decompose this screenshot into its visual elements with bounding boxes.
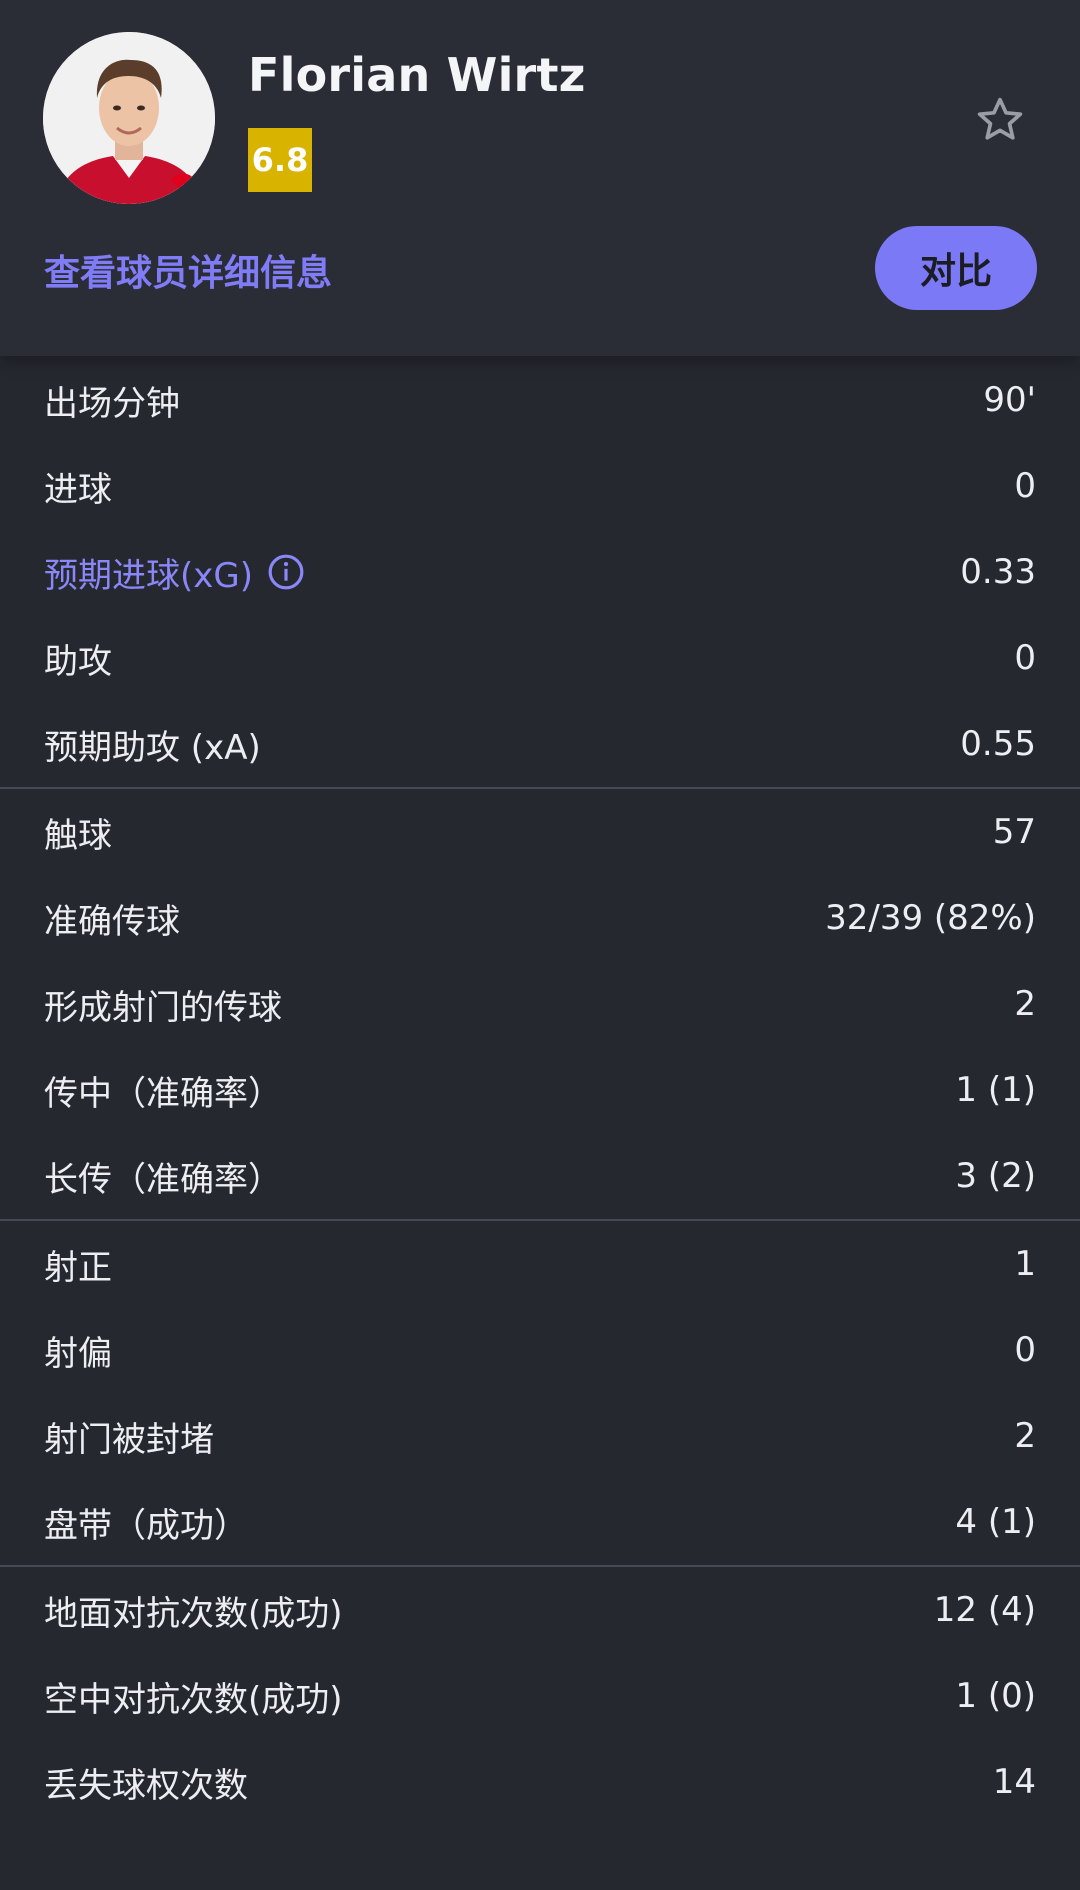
stat-value: 32/39 (82%) [825,898,1036,938]
stat-value: 0.33 [960,552,1036,592]
stat-label: 助攻 [44,641,112,682]
stat-value: 4 (1) [955,1502,1036,1542]
stat-row: 形成射门的传球 2 [0,961,1080,1047]
stat-label: 射偏 [44,1333,112,1374]
stat-label: 丢失球权次数 [44,1765,248,1806]
stat-label: 地面对抗次数(成功) [44,1593,343,1634]
player-stats-page: Florian Wirtz 6.8 查看球员详细信息 对比 出场分钟 90' 进… [0,0,1080,1890]
stat-value: 1 (0) [955,1676,1036,1716]
stat-row: 丢失球权次数 14 [0,1739,1080,1825]
stat-value: 3 (2) [955,1156,1036,1196]
stats-group-duels: 地面对抗次数(成功) 12 (4) 空中对抗次数(成功) 1 (0) 丢失球权次… [0,1567,1080,1825]
stat-row: 长传（准确率） 3 (2) [0,1133,1080,1219]
info-circle-icon[interactable] [267,553,305,591]
stat-label: 预期进球(xG) [44,555,253,596]
stat-label: 空中对抗次数(成功) [44,1679,343,1720]
stats-list: 出场分钟 90' 进球 0 预期进球(xG) 0.33 助攻 0 预期助攻 (x… [0,357,1080,1825]
player-details-link[interactable]: 查看球员详细信息 [44,244,332,296]
stat-label: 射门被封堵 [44,1419,214,1460]
stat-row: 射门被封堵 2 [0,1393,1080,1479]
stat-value: 2 [1014,984,1036,1024]
stat-label: 形成射门的传球 [44,987,282,1028]
star-outline-icon [977,97,1023,140]
stat-row: 空中对抗次数(成功) 1 (0) [0,1653,1080,1739]
compare-button[interactable]: 对比 [875,226,1037,310]
xg-label[interactable]: 预期进球(xG) [44,548,305,597]
stat-row: 传中（准确率） 1 (1) [0,1047,1080,1133]
stat-row: 进球 0 [0,443,1080,529]
stat-value: 2 [1014,1416,1036,1456]
rating-badge: 6.8 [248,128,312,192]
stat-row: 射偏 0 [0,1307,1080,1393]
player-header: Florian Wirtz 6.8 查看球员详细信息 对比 [0,0,1080,356]
stat-row-xg[interactable]: 预期进球(xG) 0.33 [0,529,1080,615]
stat-value: 0 [1014,638,1036,678]
stat-label: 预期助攻 (xA) [44,727,261,768]
avatar [43,32,215,204]
stat-value: 14 [992,1762,1036,1802]
stat-label: 长传（准确率） [44,1159,282,1200]
stat-row: 助攻 0 [0,615,1080,701]
stat-row: 出场分钟 90' [0,357,1080,443]
stat-label: 触球 [44,815,112,856]
stat-label: 进球 [44,469,112,510]
stat-value: 90' [983,380,1036,420]
stat-label: 射正 [44,1247,112,1288]
stat-row: 射正 1 [0,1221,1080,1307]
stat-row: 准确传球 32/39 (82%) [0,875,1080,961]
stat-label: 传中（准确率） [44,1073,282,1114]
stat-row: 盘带（成功） 4 (1) [0,1479,1080,1565]
stat-value: 0 [1014,466,1036,506]
favorite-button[interactable] [972,92,1028,148]
stat-row: 触球 57 [0,789,1080,875]
stats-group-shooting: 射正 1 射偏 0 射门被封堵 2 盘带（成功） 4 (1) [0,1221,1080,1567]
player-name: Florian Wirtz [248,48,586,102]
stat-label: 出场分钟 [44,383,180,424]
stat-value: 1 [1014,1244,1036,1284]
stat-value: 57 [992,812,1036,852]
stat-value: 0 [1014,1330,1036,1370]
stat-value: 0.55 [960,724,1036,764]
stats-group-passing: 触球 57 准确传球 32/39 (82%) 形成射门的传球 2 传中（准确率）… [0,789,1080,1221]
stat-label: 准确传球 [44,901,180,942]
stat-row: 预期助攻 (xA) 0.55 [0,701,1080,787]
stat-value: 12 (4) [933,1590,1036,1630]
stats-group-general: 出场分钟 90' 进球 0 预期进球(xG) 0.33 助攻 0 预期助攻 (x… [0,357,1080,789]
stat-row: 地面对抗次数(成功) 12 (4) [0,1567,1080,1653]
stat-label: 盘带（成功） [44,1505,248,1546]
player-photo-icon [43,32,215,204]
stat-value: 1 (1) [955,1070,1036,1110]
